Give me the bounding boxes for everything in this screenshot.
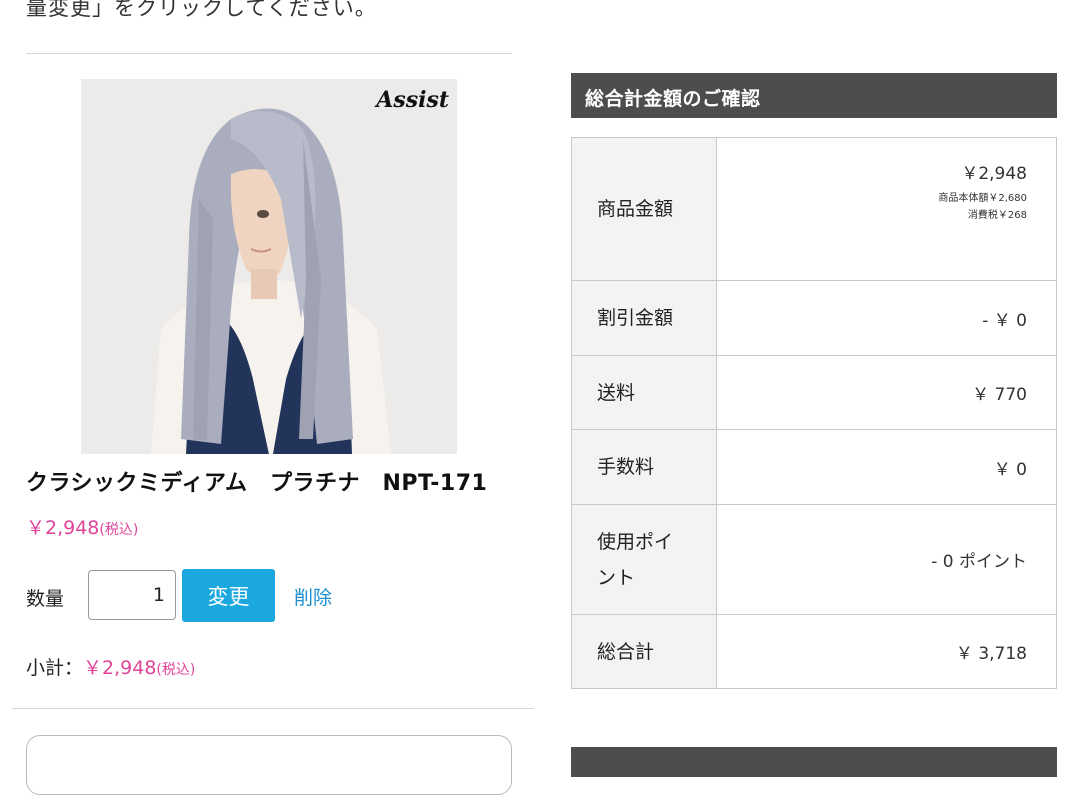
summary-row-fee: 手数料 ￥ 0: [571, 429, 1057, 505]
summary-value: ￥ 770: [716, 355, 1057, 430]
change-quantity-button[interactable]: 変更: [182, 569, 275, 622]
summary-row-item: 商品金額 ￥2,948 商品本体額￥2,680 消費税￥268: [571, 137, 1057, 281]
item-amount: ￥2,948: [961, 163, 1027, 184]
summary-row-discount: 割引金額 - ￥ 0: [571, 280, 1057, 356]
divider: [12, 708, 534, 709]
summary-row-shipping: 送料 ￥ 770: [571, 355, 1057, 430]
subtotal-tax-note: (税込): [156, 662, 196, 678]
summary-value: ￥ 0: [716, 429, 1057, 505]
summary-title: 総合計金額のご確認: [571, 73, 1057, 118]
next-cart-item-card: [26, 735, 512, 795]
next-section-header: [571, 747, 1057, 777]
summary-row-points: 使用ポイント - 0 ポイント: [571, 504, 1057, 615]
subtotal-amount: ￥2,948: [83, 657, 157, 679]
quantity-label: 数量: [26, 588, 65, 610]
summary-value: ￥ 3,718: [716, 614, 1057, 689]
item-base-amount: 商品本体額￥2,680: [938, 192, 1027, 204]
summary-value: - 0 ポイント: [716, 504, 1057, 615]
divider: [26, 53, 512, 54]
summary-label: 総合計: [571, 614, 717, 689]
brand-logo: Assist: [376, 87, 449, 113]
product-name[interactable]: クラシックミディアム プラチナ NPT-171: [26, 465, 487, 497]
instruction-text: 量変更」をクリックしてください。: [26, 0, 377, 20]
subtotal-label: 小計：: [26, 657, 84, 679]
summary-value: - ￥ 0: [716, 280, 1057, 356]
wig-model-illustration: [81, 79, 457, 454]
product-price: ￥2,948(税込): [26, 513, 138, 540]
quantity-input[interactable]: [88, 570, 176, 620]
price-amount: ￥2,948: [26, 517, 100, 539]
summary-label: 割引金額: [571, 280, 717, 356]
item-tax-amount: 消費税￥268: [967, 209, 1027, 221]
subtotal: 小計：￥2,948(税込): [26, 653, 195, 680]
summary-value: ￥2,948 商品本体額￥2,680 消費税￥268: [716, 137, 1057, 281]
product-image[interactable]: Assist: [81, 79, 457, 454]
delete-link[interactable]: 削除: [294, 583, 332, 610]
summary-label: 商品金額: [571, 137, 717, 281]
price-tax-note: (税込): [99, 522, 139, 538]
summary-table: 商品金額 ￥2,948 商品本体額￥2,680 消費税￥268 割引金額 - ￥…: [571, 137, 1057, 689]
summary-label: 使用ポイント: [571, 504, 717, 615]
summary-label: 手数料: [571, 429, 717, 505]
summary-row-total: 総合計 ￥ 3,718: [571, 614, 1057, 689]
summary-label: 送料: [571, 355, 717, 430]
